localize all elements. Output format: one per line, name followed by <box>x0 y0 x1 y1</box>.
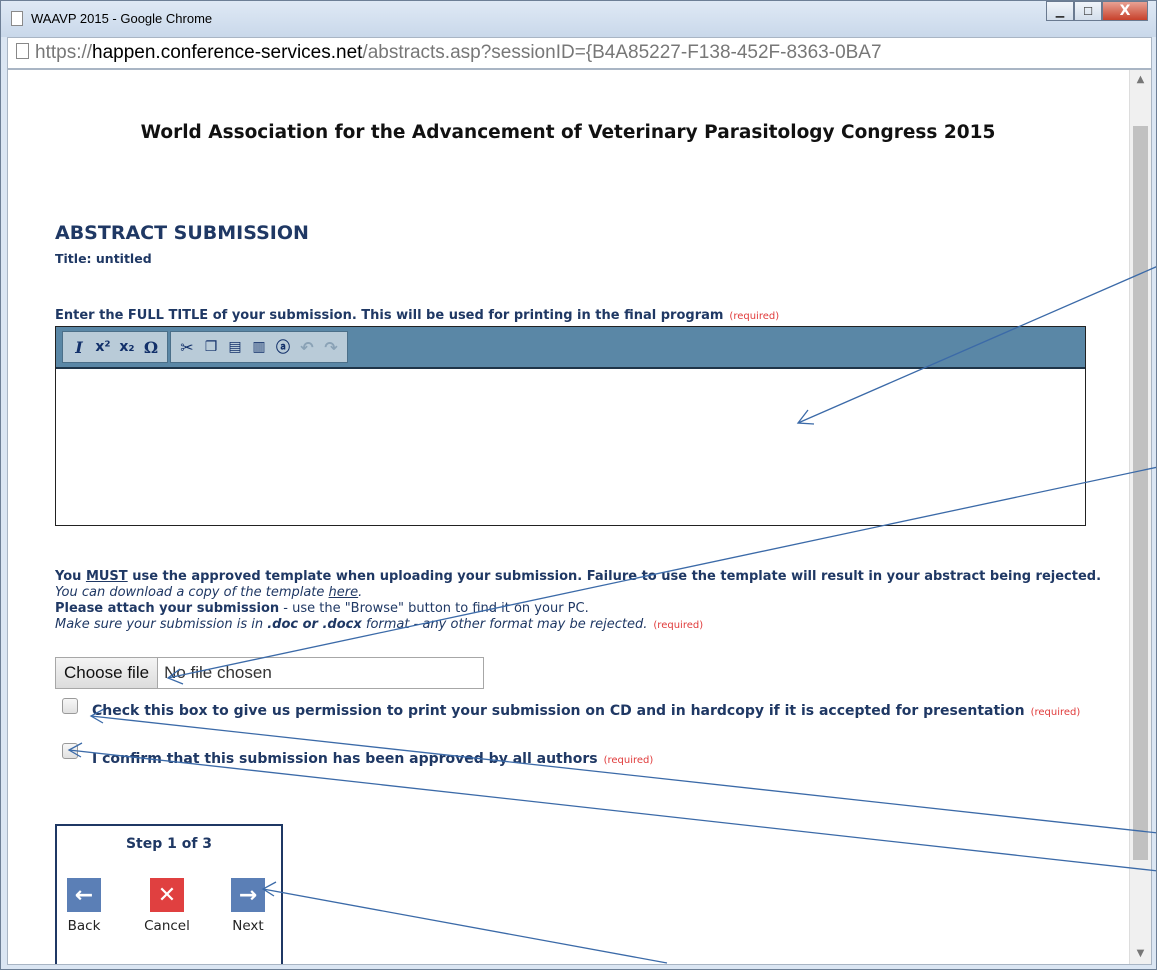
italic-icon[interactable]: I <box>68 335 90 359</box>
next-button[interactable]: → <box>231 878 265 912</box>
cut-icon[interactable]: ✂ <box>176 335 198 359</box>
window-controls: ▁ ☐ X <box>1046 1 1148 23</box>
attach-hint: - use the "Browse" button to find it on … <box>279 601 589 616</box>
address-bar[interactable]: https://happen.conference-services.net/a… <box>7 37 1152 69</box>
file-status: No file chosen <box>164 663 272 682</box>
paste-text-icon[interactable]: ▤ <box>224 335 246 359</box>
page-title: World Association for the Advancement of… <box>140 122 996 143</box>
required-label: (required) <box>1030 707 1081 718</box>
url-host: happen.conference-services.net <box>92 42 363 63</box>
editor-toolbar: I x² x₂ Ω ✂ ❐ ▤ ▥ ⓐ ↶ ↷ <box>56 327 1085 369</box>
minimize-button[interactable]: ▁ <box>1046 1 1074 21</box>
choose-file-button[interactable]: Choose file <box>56 658 159 688</box>
attach-label: Please attach your submission <box>55 601 280 616</box>
must-post: use the approved template when uploading… <box>127 569 1102 584</box>
subscript-icon[interactable]: x₂ <box>116 335 138 359</box>
url-path: /abstracts.asp?sessionID={B4A85227-F138-… <box>362 42 882 63</box>
select-all-icon[interactable]: ⓐ <box>272 335 294 359</box>
back-label[interactable]: Back <box>54 918 114 934</box>
browser-window: WAAVP 2015 - Google Chrome ▁ ☐ X https:/… <box>0 0 1157 970</box>
next-label[interactable]: Next <box>218 918 278 934</box>
format-post: format - any other format may be rejecte… <box>361 617 648 632</box>
paste-word-icon[interactable]: ▥ <box>248 335 270 359</box>
must-pre: You <box>55 569 86 584</box>
format-ext: .doc or .docx <box>267 617 362 632</box>
download-text: You can download a copy of the template <box>55 585 329 600</box>
clipboard-group: ✂ ❐ ▤ ▥ ⓐ ↶ ↷ <box>170 331 348 363</box>
cancel-button[interactable]: ✕ <box>150 878 184 912</box>
required-label: (required) <box>729 311 780 322</box>
page-viewport: World Association for the Advancement of… <box>7 69 1152 965</box>
window-title: WAAVP 2015 - Google Chrome <box>31 11 213 26</box>
scroll-up-icon[interactable]: ▲ <box>1130 70 1151 90</box>
scroll-thumb[interactable] <box>1133 126 1148 860</box>
arrow-left-icon: ← <box>74 882 94 908</box>
required-label: (required) <box>603 755 654 766</box>
authors-confirm-label: I confirm that this submission has been … <box>92 751 598 767</box>
section-heading: ABSTRACT SUBMISSION <box>55 222 309 244</box>
step-indicator: Step 1 of 3 <box>125 836 213 852</box>
editor-text-area[interactable] <box>56 369 1085 525</box>
authors-confirm-row: I confirm that this submission has been … <box>62 743 1112 767</box>
print-permission-label: Check this box to give us permission to … <box>92 703 1025 719</box>
authors-confirm-checkbox[interactable] <box>62 743 78 759</box>
back-button[interactable]: ← <box>67 878 101 912</box>
arrow-right-icon: → <box>238 882 258 908</box>
file-upload-input[interactable]: Choose file No file chosen <box>55 657 484 689</box>
print-permission-checkbox[interactable] <box>62 698 78 714</box>
close-icon: ✕ <box>157 882 177 908</box>
title-bar: WAAVP 2015 - Google Chrome ▁ ☐ X <box>1 1 1156 37</box>
must-word: MUST <box>85 569 128 584</box>
copy-icon[interactable]: ❐ <box>200 335 222 359</box>
close-button[interactable]: X <box>1102 1 1148 21</box>
upload-instructions: You MUST use the approved template when … <box>55 569 1102 632</box>
vertical-scrollbar[interactable]: ▲ ▼ <box>1129 70 1151 964</box>
cancel-label[interactable]: Cancel <box>137 918 197 934</box>
template-link[interactable]: here <box>329 585 359 600</box>
title-editor[interactable]: I x² x₂ Ω ✂ ❐ ▤ ▥ ⓐ ↶ ↷ <box>55 326 1086 526</box>
redo-icon[interactable]: ↷ <box>320 335 342 359</box>
required-label: (required) <box>653 620 704 631</box>
format-pre: Make sure your submission is in <box>55 617 268 632</box>
special-char-icon[interactable]: Ω <box>140 335 162 359</box>
page-icon <box>16 43 29 59</box>
url-scheme: https:// <box>35 42 93 63</box>
print-permission-row: Check this box to give us permission to … <box>62 698 1112 719</box>
format-group: I x² x₂ Ω <box>62 331 168 363</box>
title-prompt: Enter the FULL TITLE of your submission.… <box>55 308 779 323</box>
submission-title: Title: untitled <box>55 251 152 266</box>
superscript-icon[interactable]: x² <box>92 335 114 359</box>
title-prompt-text: Enter the FULL TITLE of your submission.… <box>55 308 724 323</box>
undo-icon[interactable]: ↶ <box>296 335 318 359</box>
step-navigation: Step 1 of 3 ← Back ✕ Cancel → Next <box>54 824 283 964</box>
page-icon <box>11 11 23 26</box>
maximize-button[interactable]: ☐ <box>1074 1 1102 21</box>
scroll-down-icon[interactable]: ▼ <box>1130 944 1151 964</box>
